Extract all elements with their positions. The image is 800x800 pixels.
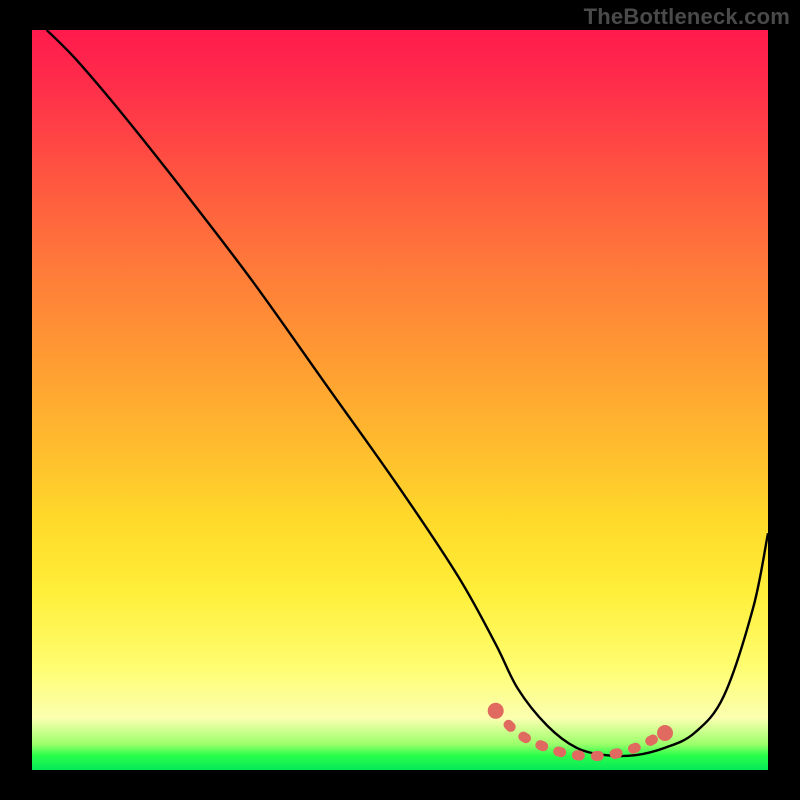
bottleneck-curve bbox=[47, 30, 768, 756]
marker-dot-end bbox=[657, 725, 673, 741]
plot-area bbox=[32, 30, 768, 770]
watermark-text: TheBottleneck.com bbox=[584, 4, 790, 30]
chart-svg bbox=[32, 30, 768, 770]
chart-frame: TheBottleneck.com bbox=[0, 0, 800, 800]
marker-dot-start bbox=[488, 703, 504, 719]
